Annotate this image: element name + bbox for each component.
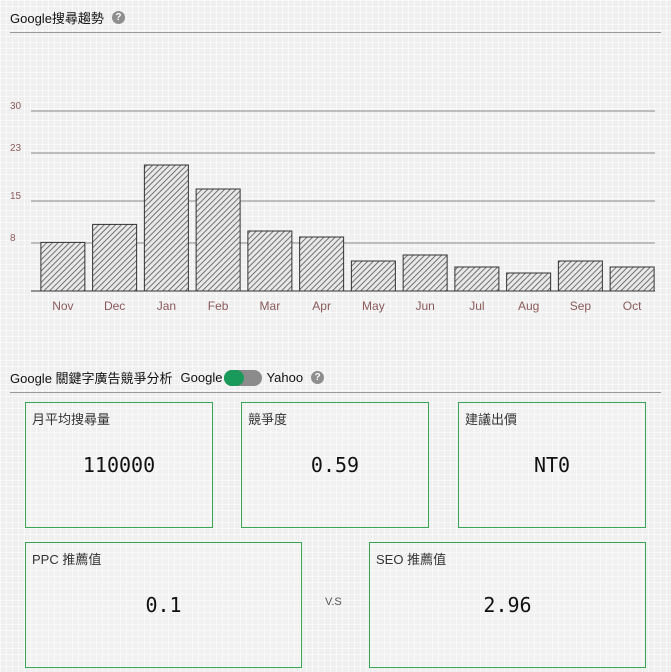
y-tick-label: 15 (10, 191, 22, 202)
competition-title: Google 關鍵字廣告競爭分析 (10, 371, 173, 386)
suggested-bid-label: 建議出價 (465, 412, 518, 427)
competition-card: 競爭度 0.59 (241, 402, 429, 528)
monthly-searches-value: 110000 (82, 453, 156, 477)
seo-label: SEO 推薦值 (376, 552, 447, 567)
vs-label: V.S (325, 596, 342, 608)
x-tick-label: Jun (415, 299, 434, 313)
help-icon[interactable]: ? (111, 11, 125, 24)
trend-divider (10, 32, 661, 33)
bar-oct[interactable] (609, 266, 655, 292)
suggested-bid-value: NT0 (533, 453, 571, 477)
seo-value: 2.96 (483, 593, 532, 617)
bar-nov[interactable] (40, 241, 86, 292)
x-tick-label: Apr (312, 299, 331, 313)
bar-sep[interactable] (557, 260, 603, 292)
ppc-card: PPC 推薦值 0.1 (25, 542, 302, 668)
monthly-searches-label: 月平均搜尋量 (32, 412, 111, 427)
x-tick-label: Jan (157, 299, 176, 313)
seo-card: SEO 推薦值 2.96 (369, 542, 646, 668)
y-tick-label: 23 (10, 143, 22, 154)
engine-toggle[interactable] (224, 369, 263, 386)
bar-mar[interactable] (247, 230, 293, 292)
trend-header: Google搜尋趨勢 ? (10, 8, 661, 33)
monthly-searches-card: 月平均搜尋量 110000 (25, 402, 213, 528)
search-trend-chart: 8 15 23 30 Nov Dec Jan Feb Mar Apr May Jun Jul Aug Se… (10, 101, 655, 313)
bar-dec[interactable] (92, 223, 138, 292)
x-tick-label: Feb (208, 299, 229, 313)
x-tick-label: Jul (469, 299, 484, 313)
bar-feb[interactable] (195, 188, 241, 292)
engine-google-label: Google (180, 370, 223, 385)
suggested-bid-card: 建議出價 NT0 (458, 402, 646, 528)
bar-jan[interactable] (143, 164, 189, 292)
bar-aug[interactable] (506, 272, 552, 292)
x-tick-label: Oct (623, 299, 642, 313)
x-tick-label: Aug (518, 299, 539, 313)
x-tick-label: Mar (260, 299, 281, 313)
y-tick-label: 30 (10, 101, 22, 112)
x-tick-label: Dec (104, 299, 125, 313)
engine-yahoo-label: Yahoo (266, 370, 304, 385)
competition-label: 競爭度 (248, 412, 288, 427)
trend-title: Google搜尋趨勢 (10, 11, 104, 26)
bar-jun[interactable] (402, 254, 448, 292)
ppc-label: PPC 推薦值 (32, 552, 102, 567)
bar-apr[interactable] (299, 236, 345, 292)
toggle-knob (224, 369, 241, 386)
x-tick-label: May (362, 299, 385, 313)
bar-may[interactable] (350, 260, 396, 292)
help-icon[interactable]: ? (311, 371, 325, 384)
x-tick-label: Sep (570, 299, 592, 313)
y-tick-label: 8 (10, 233, 16, 244)
competition-header: Google 關鍵字廣告競爭分析 Google Yahoo ? (10, 368, 661, 393)
x-tick-label: Nov (52, 299, 73, 313)
bar-jul[interactable] (454, 266, 500, 292)
competition-divider (10, 392, 661, 393)
ppc-value: 0.1 (145, 593, 182, 617)
competition-value: 0.59 (310, 453, 360, 477)
